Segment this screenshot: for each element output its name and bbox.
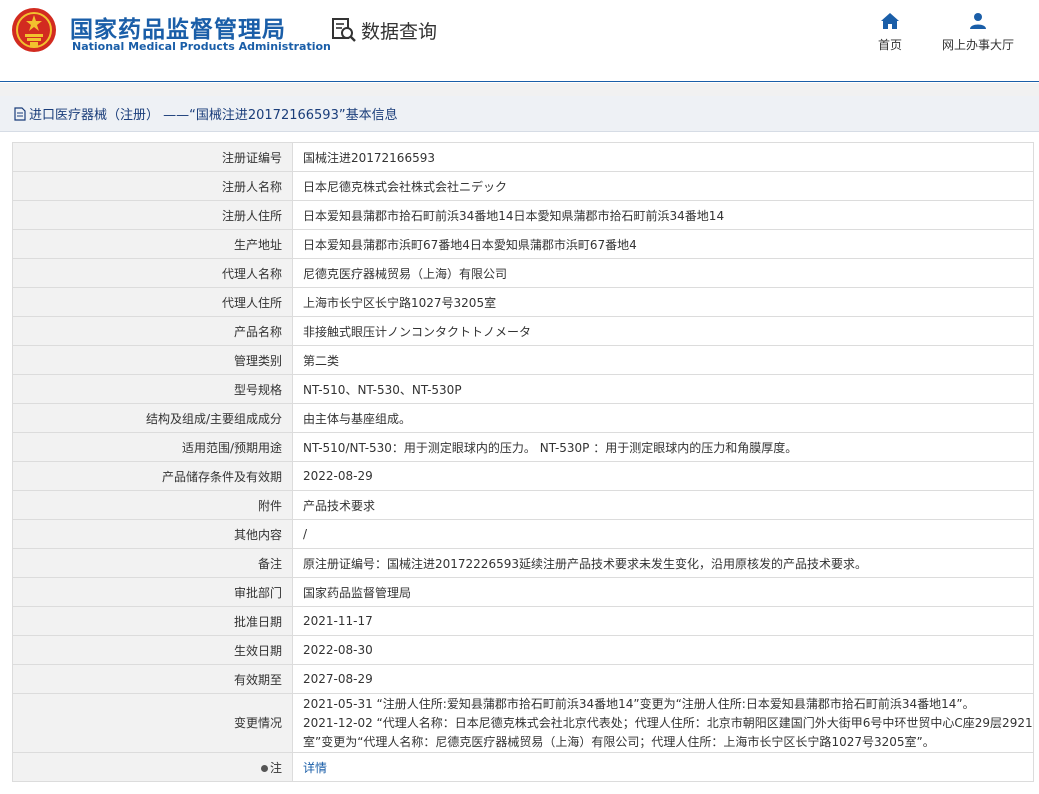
page-title-bar: 进口医疗器械（注册） ——“国械注进20172166593”基本信息 [0, 96, 1039, 132]
change-entry: 2021-05-31 “注册人住所:爱知县蒲郡市拾石町前浜34番地14”变更为“… [303, 696, 975, 711]
data-query-link[interactable]: 数据查询 [331, 16, 437, 44]
table-row: 有效期至 2027-08-29 [12, 664, 1034, 694]
row-label: 批准日期 [12, 606, 293, 636]
row-label: 审批部门 [12, 577, 293, 607]
site-title-cn: 国家药品监督管理局 [70, 17, 286, 43]
row-value-note: 详情 [292, 752, 1034, 782]
table-row: 注册证编号 国械注进20172166593 [12, 142, 1034, 172]
change-entry: 2021-12-02 “代理人名称：日本尼德克株式会社北京代表处；代理人住所：北… [303, 715, 1033, 749]
table-row-change-history: 变更情况 2021-05-31 “注册人住所:爱知县蒲郡市拾石町前浜34番地14… [12, 693, 1034, 753]
document-search-icon [332, 18, 356, 42]
row-label: 型号规格 [12, 374, 293, 404]
row-value: 原注册证编号：国械注进20172226593延续注册产品技术要求未发生变化，沿用… [292, 548, 1034, 578]
row-value: 由主体与基座组成。 [292, 403, 1034, 433]
page-title: 进口医疗器械（注册） ——“国械注进20172166593”基本信息 [29, 108, 398, 123]
row-value: / [292, 519, 1034, 549]
document-icon [14, 106, 26, 121]
info-table-container: 注册证编号 国械注进20172166593 注册人名称 日本尼德克株式会社株式会社ニ… [12, 142, 1034, 782]
row-label: 适用范围/预期用途 [12, 432, 293, 462]
change-history-value: 2021-05-31 “注册人住所:爱知县蒲郡市拾石町前浜34番地14”变更为“… [292, 693, 1034, 753]
table-row: 产品储存条件及有效期 2022-08-29 [12, 461, 1034, 491]
table-row: 代理人名称 尼德克医疗器械贸易（上海）有限公司 [12, 258, 1034, 288]
table-row: 附件 产品技术要求 [12, 490, 1034, 520]
row-value: 非接触式眼压计ノンコンタクトトノメータ [292, 316, 1034, 346]
row-label: 代理人住所 [12, 287, 293, 317]
row-value: 第二类 [292, 345, 1034, 375]
info-table: 注册证编号 国械注进20172166593 注册人名称 日本尼德克株式会社株式会社ニ… [12, 142, 1034, 782]
row-label: 产品储存条件及有效期 [12, 461, 293, 491]
table-row: 生产地址 日本爱知县蒲郡市浜町67番地4日本愛知県蒲郡市浜町67番地4 [12, 229, 1034, 259]
header-divider [0, 83, 1039, 96]
row-label: 产品名称 [12, 316, 293, 346]
table-row: 注册人住所 日本爱知县蒲郡市拾石町前浜34番地14日本愛知県蒲郡市拾石町前浜34番… [12, 200, 1034, 230]
table-row: 管理类别 第二类 [12, 345, 1034, 375]
row-label: 其他内容 [12, 519, 293, 549]
table-row: 审批部门 国家药品监督管理局 [12, 577, 1034, 607]
user-icon [970, 13, 986, 29]
row-value: 日本尼德克株式会社株式会社ニデック [292, 171, 1034, 201]
row-label: 代理人名称 [12, 258, 293, 288]
row-value: 产品技术要求 [292, 490, 1034, 520]
table-row: 结构及组成/主要组成成分 由主体与基座组成。 [12, 403, 1034, 433]
row-label: 生效日期 [12, 635, 293, 665]
table-row: 代理人住所 上海市长宁区长宁路1027号3205室 [12, 287, 1034, 317]
nav-home[interactable]: 首页 [850, 12, 930, 53]
table-row: 批准日期 2021-11-17 [12, 606, 1034, 636]
table-row: 备注 原注册证编号：国械注进20172226593延续注册产品技术要求未发生变化，… [12, 548, 1034, 578]
nav-online-service-label: 网上办事大厅 [941, 38, 1014, 52]
row-value: NT-510/NT-530：用于测定眼球内的压力。 NT-530P ：用于测定眼… [292, 432, 1034, 462]
row-label: 变更情况 [12, 693, 293, 753]
data-query-label: 数据查询 [361, 20, 438, 43]
row-value: 国家药品监督管理局 [292, 577, 1034, 607]
row-label: 附件 [12, 490, 293, 520]
row-value: 2021-11-17 [292, 606, 1034, 636]
nav-online-service[interactable]: 网上办事大厅 [938, 12, 1018, 53]
details-link[interactable]: 详情 [303, 761, 327, 775]
row-label: 注册人住所 [12, 200, 293, 230]
row-label: 注册证编号 [12, 142, 293, 172]
home-icon [881, 13, 899, 29]
table-row: 型号规格 NT-510、NT-530、NT-530P [12, 374, 1034, 404]
national-emblem-icon [12, 8, 56, 52]
table-row: 适用范围/预期用途 NT-510/NT-530：用于测定眼球内的压力。 NT-53… [12, 432, 1034, 462]
row-label: 管理类别 [12, 345, 293, 375]
row-value: NT-510、NT-530、NT-530P [292, 374, 1034, 404]
row-label: 注册人名称 [12, 171, 293, 201]
table-row: 注册人名称 日本尼德克株式会社株式会社ニデック [12, 171, 1034, 201]
row-value: 尼德克医疗器械贸易（上海）有限公司 [292, 258, 1034, 288]
row-value: 国械注进20172166593 [292, 142, 1034, 172]
table-row: 生效日期 2022-08-30 [12, 635, 1034, 665]
nav-home-label: 首页 [877, 38, 902, 52]
row-value: 2022-08-30 [292, 635, 1034, 665]
note-label: 注 [269, 760, 282, 775]
row-label: 结构及组成/主要组成成分 [12, 403, 293, 433]
site-header: 国家药品监督管理局 National Medical Products Admi… [0, 0, 1039, 82]
row-value: 日本爱知县蒲郡市浜町67番地4日本愛知県蒲郡市浜町67番地4 [292, 229, 1034, 259]
row-value: 上海市长宁区长宁路1027号3205室 [292, 287, 1034, 317]
pin-icon [260, 764, 268, 772]
row-label-note: 注 [12, 752, 293, 782]
row-label: 有效期至 [12, 664, 293, 694]
table-row: 产品名称 非接触式眼压计ノンコンタクトトノメータ [12, 316, 1034, 346]
row-value: 日本爱知县蒲郡市拾石町前浜34番地14日本愛知県蒲郡市拾石町前浜34番地14 [292, 200, 1034, 230]
site-title-en: National Medical Products Administration [72, 40, 331, 53]
row-label: 生产地址 [12, 229, 293, 259]
row-value: 2027-08-29 [292, 664, 1034, 694]
table-row: 其他内容 / [12, 519, 1034, 549]
table-row-note: 注 详情 [12, 752, 1034, 782]
row-value: 2022-08-29 [292, 461, 1034, 491]
row-label: 备注 [12, 548, 293, 578]
